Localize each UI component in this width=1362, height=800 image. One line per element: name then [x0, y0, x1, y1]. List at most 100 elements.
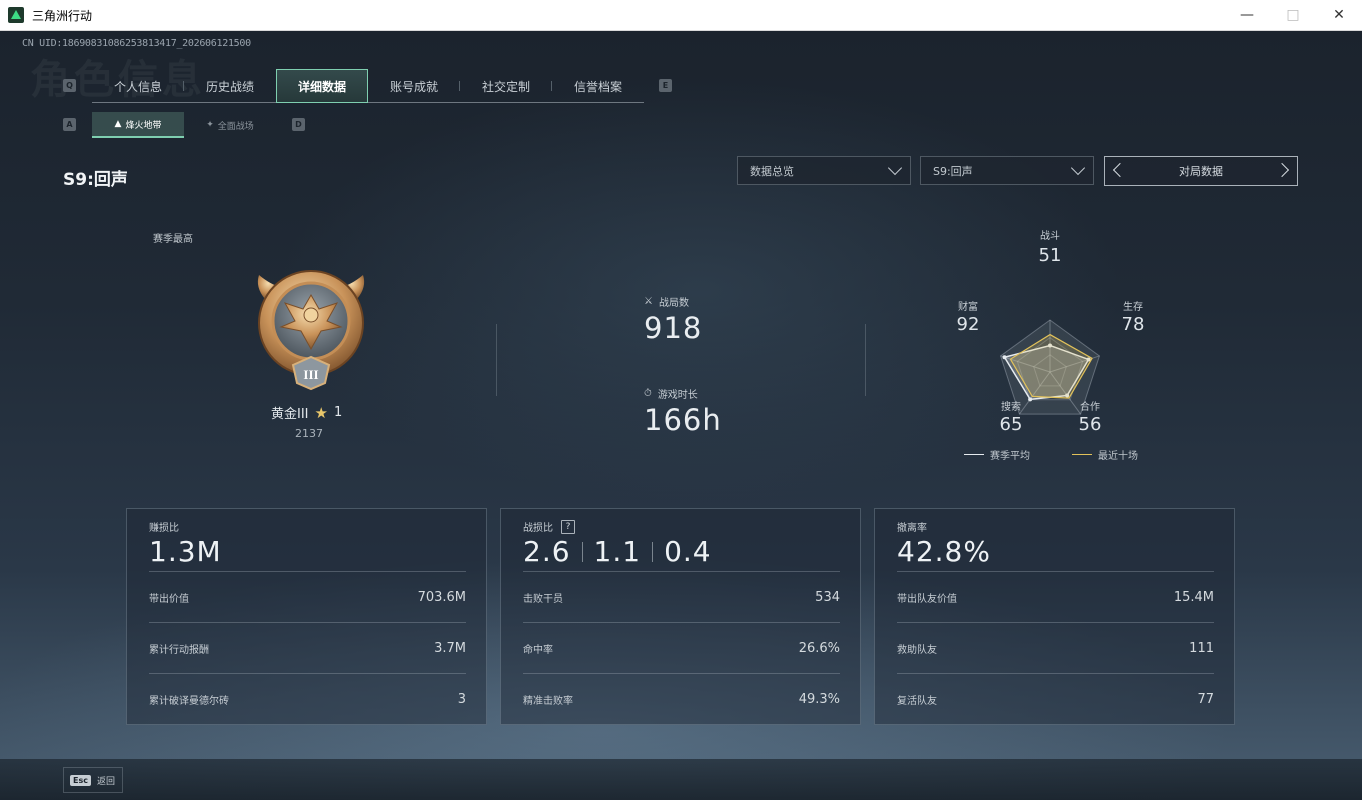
divider	[149, 571, 466, 572]
subtab-extraction-zone[interactable]: ▲ 烽火地带	[92, 112, 184, 138]
card-label: 赚损比	[149, 523, 179, 534]
esc-key-icon: Esc	[70, 774, 91, 786]
row-label: 击败干员	[523, 593, 563, 605]
subtab-next-key-hint[interactable]: D	[292, 118, 305, 131]
row-value: 111	[1189, 640, 1214, 656]
row-value: 534	[815, 589, 840, 605]
main-tabs: 个人信息 历史战绩 详细数据 账号成就 社交定制 信誉档案	[92, 69, 644, 103]
tab-prev-key-hint[interactable]: Q	[63, 79, 76, 92]
star-icon: ★	[314, 403, 328, 422]
season-dropdown-value: S9:回声	[933, 164, 973, 178]
extraction-rate-card: 撤离率 42.8% 带出队友价值 15.4M 救助队友 111 复活队友 77	[874, 508, 1235, 725]
window-title: 三角洲行动	[32, 8, 93, 23]
chevron-left-icon[interactable]	[1112, 162, 1128, 178]
card-row: 带出价值 703.6M	[149, 589, 466, 605]
row-label: 带出价值	[149, 593, 189, 605]
divider	[523, 571, 840, 572]
card-row: 复活队友 77	[897, 691, 1214, 707]
card-row: 带出队友价值 15.4M	[897, 589, 1214, 605]
help-icon[interactable]: ?	[561, 519, 575, 534]
radar-axis-label: 财富	[958, 302, 978, 313]
radar-axis-value: 56	[1078, 414, 1102, 435]
card-row: 命中率 26.6%	[523, 640, 840, 656]
row-value: 77	[1197, 691, 1214, 707]
player-uid: CN UID:18690831086253813417_202606121500	[22, 38, 251, 49]
gold-rank-medal-icon: III	[257, 270, 365, 391]
row-value: 3	[457, 691, 466, 707]
rank-stars: 1	[333, 405, 343, 420]
tab-next-key-hint[interactable]: E	[659, 79, 672, 92]
playtime-stat: ⏱ 游戏时长 166h	[644, 386, 722, 437]
battlefield-mode-icon: ✦	[206, 120, 214, 130]
card-row: 击败干员 534	[523, 589, 840, 605]
row-value: 26.6%	[798, 640, 840, 656]
row-value: 703.6M	[417, 589, 466, 605]
tab-achievements[interactable]: 账号成就	[368, 69, 460, 103]
view-dropdown-value: 数据总览	[750, 164, 794, 178]
radar-point-season	[1065, 393, 1070, 398]
radar-point-season	[1048, 343, 1052, 348]
chevron-down-icon	[887, 160, 903, 176]
season-title: S9:回声	[63, 170, 128, 190]
minimize-button[interactable]: —	[1224, 0, 1270, 31]
tab-personal-info[interactable]: 个人信息	[92, 69, 184, 103]
chevron-right-icon[interactable]	[1274, 162, 1290, 178]
peak-rank: 黄金III ★ 1	[271, 403, 343, 423]
tab-label: 账号成就	[389, 79, 438, 94]
tab-social-customize[interactable]: 社交定制	[460, 69, 552, 103]
subtab-full-battlefield[interactable]: ✦ 全面战场	[184, 112, 276, 138]
kd-value-2: 1.1	[593, 535, 642, 568]
tab-label: 社交定制	[481, 79, 530, 94]
subtab-label: 烽火地带	[125, 120, 162, 131]
view-dropdown[interactable]: 数据总览	[737, 156, 911, 185]
radar-grid-ring	[1016, 337, 1084, 401]
divider	[652, 541, 654, 562]
extraction-mode-icon: ▲	[114, 119, 122, 129]
tab-match-history[interactable]: 历史战绩	[184, 69, 276, 103]
radar-axis-value: 78	[1121, 314, 1145, 335]
row-value: 3.7M	[434, 640, 466, 656]
maximize-button[interactable]: □	[1270, 0, 1316, 31]
back-label: 返回	[96, 776, 115, 787]
legend-recent-ten: 最近十场	[1072, 447, 1138, 462]
row-label: 命中率	[523, 644, 553, 656]
season-dropdown[interactable]: S9:回声	[920, 156, 1094, 185]
season-peak-label: 赛季最高	[153, 234, 193, 245]
close-button[interactable]: ✕	[1316, 0, 1362, 31]
matches-label: 战局数	[658, 298, 689, 309]
subtab-label: 全面战场	[217, 121, 254, 132]
playtime-value: 166h	[644, 403, 722, 437]
radar-axis-label: 合作	[1080, 402, 1100, 413]
crossed-swords-icon: ⚔	[644, 296, 653, 307]
profit-loss-card: 赚损比 1.3M 带出价值 703.6M 累计行动报酬 3.7M 累计破译曼德尔砖 3	[126, 508, 487, 725]
tab-label: 历史战绩	[205, 79, 254, 94]
bottom-bar	[0, 759, 1362, 800]
back-button[interactable]: Esc 返回	[63, 767, 123, 793]
medal-numeral: III	[303, 367, 318, 382]
radar-spoke	[1049, 355, 1100, 373]
legend-season-average: 赛季平均	[964, 447, 1030, 462]
rank-score: 2137	[295, 427, 323, 440]
legend-label: 最近十场	[1098, 451, 1138, 462]
radar-axis-label: 搜索	[1001, 402, 1021, 413]
kd-value-1: 2.6	[523, 535, 571, 568]
mode-subtabs: ▲ 烽火地带 ✦ 全面战场	[92, 112, 276, 138]
card-label: 战损比	[523, 523, 553, 534]
divider	[149, 673, 466, 674]
legend-label: 赛季平均	[990, 451, 1030, 462]
radar-series-season-average	[1003, 344, 1090, 401]
tab-reputation[interactable]: 信誉档案	[552, 69, 644, 103]
card-row: 累计行动报酬 3.7M	[149, 640, 466, 656]
chevron-down-icon	[1070, 160, 1086, 176]
radar-axis-value: 65	[999, 414, 1023, 435]
subtab-prev-key-hint[interactable]: A	[63, 118, 76, 131]
radar-axis-value: 51	[1038, 245, 1062, 266]
stopwatch-icon: ⏱	[644, 388, 652, 399]
divider	[897, 571, 1214, 572]
tab-detailed-data[interactable]: 详细数据	[276, 69, 368, 103]
divider	[496, 324, 497, 396]
divider	[581, 541, 583, 562]
radar-series-recent-ten	[1009, 333, 1093, 399]
divider	[865, 324, 866, 396]
data-mode-switcher[interactable]: 对局数据	[1104, 156, 1298, 186]
